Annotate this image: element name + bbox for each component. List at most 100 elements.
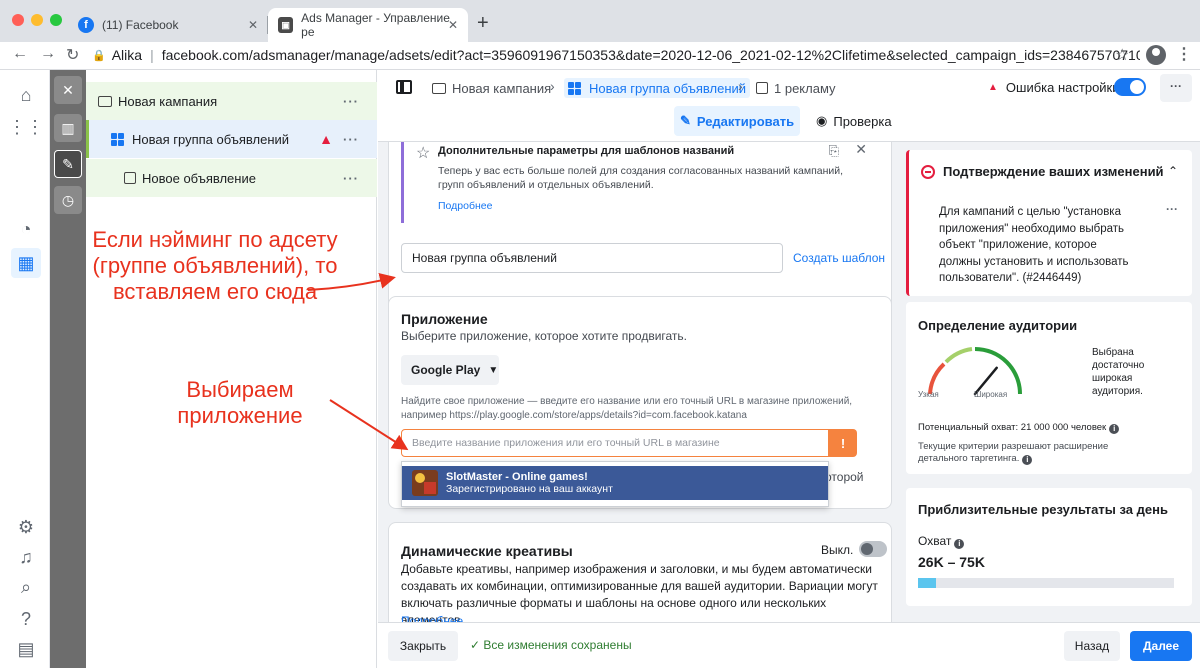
editor-main: ☆ Дополнительные параметры для шаблонов …: [378, 142, 898, 622]
app-nav-rail: ⌂ ⋮⋮ ◔ ▦ ⚙ ♫ ⌕ ? ▤: [0, 70, 50, 668]
close-tab-icon[interactable]: ✕: [248, 18, 258, 32]
tree-item-campaign[interactable]: Новая кампания ···: [86, 82, 377, 120]
dynamic-creative-toggle[interactable]: [859, 541, 887, 557]
info-icon[interactable]: i: [1022, 455, 1033, 465]
browser-tab-ads-manager[interactable]: ▣ Ads Manager - Управление ре ✕: [268, 8, 468, 42]
ads-table-icon[interactable]: ▦: [11, 248, 41, 278]
charts-icon[interactable]: ▥: [54, 114, 82, 142]
zoom-window-button[interactable]: [50, 14, 62, 26]
browser-menu-icon[interactable]: ⋮: [1176, 44, 1192, 64]
dashboard-gauge-icon[interactable]: ◔: [13, 216, 39, 242]
breadcrumb-ad[interactable]: 1 рекламу: [756, 78, 836, 98]
learn-more-link[interactable]: Подробнее: [401, 614, 463, 622]
tab-edit[interactable]: ✎ Редактировать: [674, 106, 800, 136]
check-icon: ✓: [470, 638, 484, 652]
app-store-select[interactable]: Google Play ▼: [401, 355, 499, 385]
address-bar[interactable]: 🔒 Alika | facebook.com/adsmanager/manage…: [92, 43, 1140, 67]
error-circle-icon: [921, 164, 935, 179]
lock-icon: 🔒: [92, 49, 106, 62]
tree-item-label: Новая группа объявлений: [132, 131, 290, 147]
card-title: Приблизительные результаты за день: [918, 502, 1168, 517]
adset-grid-icon: [568, 81, 581, 95]
report-bug-icon[interactable]: ▤: [13, 636, 39, 662]
forward-arrow-icon[interactable]: →: [40, 45, 56, 63]
breadcrumb-label: Новая группа объявлений: [589, 80, 747, 96]
card-header[interactable]: Подтверждение ваших изменений: [921, 164, 1164, 179]
editor-footer: Закрыть ✓ Все изменения сохранены Назад …: [378, 622, 1200, 668]
learn-more-link[interactable]: Подробнее: [438, 200, 871, 212]
more-options-button[interactable]: ···: [1160, 74, 1192, 102]
sidebar-toggle-icon[interactable]: [396, 80, 412, 94]
next-button[interactable]: Далее: [1130, 631, 1192, 661]
close-tab-icon[interactable]: ✕: [448, 18, 458, 32]
edit-pencil-icon[interactable]: ✎: [54, 150, 82, 178]
address-divider: |: [150, 47, 154, 63]
back-arrow-icon[interactable]: ←: [12, 45, 28, 63]
chevron-right-icon: ›: [550, 78, 555, 94]
close-panel-icon[interactable]: ✕: [54, 76, 82, 104]
pencil-icon: ✎: [679, 113, 691, 128]
profile-avatar-icon[interactable]: [1146, 45, 1166, 65]
app-suggestion-item[interactable]: SlotMaster - Online games! Зарегистриров…: [402, 466, 828, 500]
toggle-label: Выкл.: [821, 543, 854, 557]
more-options-icon[interactable]: ···: [343, 132, 359, 147]
section-title: Приложение: [401, 311, 488, 327]
tab-title: (11) Facebook: [102, 18, 179, 32]
campaign-active-toggle[interactable]: [1114, 78, 1146, 96]
error-message: Для кампаний с целью "установка приложен…: [939, 206, 1129, 284]
breadcrumb-campaign[interactable]: Новая кампания: [432, 78, 551, 98]
audience-verdict: Выбрана достаточно широкая аудитория.: [1092, 347, 1145, 397]
home-icon[interactable]: ⌂: [13, 82, 39, 108]
ad-icon: [756, 82, 768, 94]
tree-item-label: Новое объявление: [142, 170, 256, 186]
app-search-hint: Найдите свое приложение — введите его на…: [401, 396, 853, 421]
facebook-icon: f: [78, 17, 94, 33]
settings-gear-icon[interactable]: ⚙: [13, 514, 39, 540]
info-icon[interactable]: i: [1109, 424, 1120, 434]
warning-icon: ▲: [988, 82, 998, 93]
app-search-input[interactable]: Введите название приложения или его точн…: [401, 429, 829, 457]
info-icon[interactable]: i: [954, 539, 965, 549]
more-options-icon[interactable]: ···: [1166, 202, 1178, 216]
tree-item-ad[interactable]: Новое объявление ···: [86, 159, 377, 197]
chevron-up-icon[interactable]: ⌃: [1168, 164, 1178, 178]
adset-name-input[interactable]: Новая группа объявлений: [401, 243, 783, 273]
tab-title: Ads Manager - Управление ре: [301, 11, 450, 39]
dynamic-creative-card: Динамические креативы Выкл. Добавьте кре…: [388, 522, 892, 622]
warning-icon: ▲: [319, 131, 333, 147]
close-button[interactable]: Закрыть: [388, 631, 458, 661]
help-icon[interactable]: ?: [13, 606, 39, 632]
browser-toolbar: ← → ↻ 🔒 Alika | facebook.com/adsmanager/…: [0, 42, 1200, 70]
audience-card: Определение аудитории Узкая Широкая Выбр…: [906, 302, 1192, 474]
search-icon[interactable]: ⌕: [13, 574, 39, 600]
template-tip: ☆ Дополнительные параметры для шаблонов …: [401, 142, 881, 223]
bookmark-star-icon[interactable]: ☆: [1115, 45, 1129, 65]
tab-review[interactable]: ◉ Проверка: [816, 106, 892, 136]
gauge-label-narrow: Узкая: [918, 390, 939, 399]
browser-tab-facebook[interactable]: f (11) Facebook ✕: [68, 8, 268, 42]
campaign-tree: Новая кампания ··· Новая группа объявлен…: [86, 70, 377, 668]
breadcrumb-adset[interactable]: Новая группа объявлений: [564, 78, 751, 98]
caret-down-icon: ▼: [488, 364, 499, 376]
tree-item-adset[interactable]: Новая группа объявлений ▲ ···: [86, 120, 377, 158]
feedback-icon[interactable]: ⎘: [829, 143, 839, 159]
create-template-link[interactable]: Создать шаблон: [793, 251, 885, 265]
history-clock-icon[interactable]: ◷: [54, 186, 82, 214]
apps-grid-icon[interactable]: ⋮⋮: [8, 114, 44, 140]
more-options-icon[interactable]: ···: [343, 94, 359, 109]
ad-icon: [124, 172, 136, 184]
notifications-bell-icon[interactable]: ♫: [13, 544, 39, 570]
tip-title: Дополнительные параметры для шаблонов на…: [438, 145, 735, 157]
more-options-icon[interactable]: ···: [343, 171, 359, 186]
reload-icon[interactable]: ↻: [66, 45, 79, 65]
close-window-button[interactable]: [12, 14, 24, 26]
warning-icon: !: [829, 429, 857, 457]
new-tab-icon[interactable]: +: [477, 12, 489, 35]
close-icon[interactable]: ✕: [855, 142, 867, 158]
minimize-window-button[interactable]: [31, 14, 43, 26]
ads-manager-icon: ▣: [278, 17, 294, 33]
app-suggestions-dropdown: SlotMaster - Online games! Зарегистриров…: [401, 461, 829, 507]
reach-range: 26K – 75K: [918, 554, 985, 570]
section-description: Добавьте креативы, например изображения …: [401, 562, 878, 622]
back-button[interactable]: Назад: [1064, 631, 1120, 661]
